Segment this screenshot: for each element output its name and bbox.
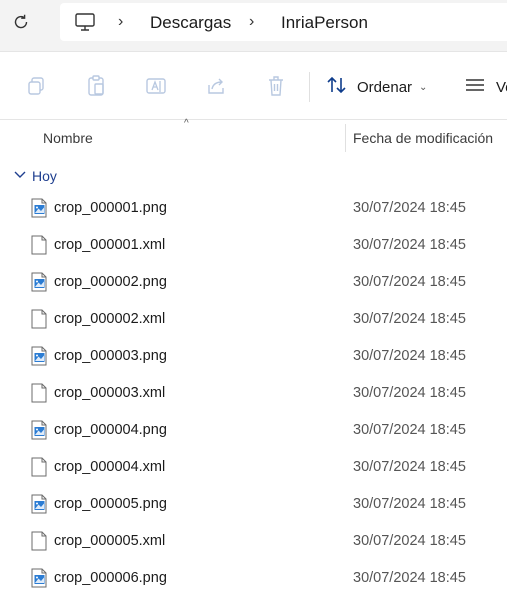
file-name[interactable]: crop_000003.xml xyxy=(54,385,165,401)
file-name[interactable]: crop_000001.xml xyxy=(54,237,165,253)
file-name[interactable]: crop_000005.png xyxy=(54,496,167,512)
list-item[interactable]: crop_000005.xml 30/07/2024 18:45 xyxy=(0,522,507,559)
chevron-right-icon[interactable]: › xyxy=(118,13,123,31)
file-name[interactable]: crop_000002.xml xyxy=(54,311,165,327)
sort-icon xyxy=(326,75,348,100)
breadcrumb[interactable]: › Descargas › InriaPerson xyxy=(60,3,507,41)
file-name[interactable]: crop_000004.xml xyxy=(54,459,165,475)
column-header-date[interactable]: Fecha de modificación xyxy=(353,130,493,146)
breadcrumb-item-descargas[interactable]: Descargas xyxy=(150,13,231,33)
paste-icon[interactable] xyxy=(84,74,108,98)
rename-icon[interactable] xyxy=(144,74,168,98)
chevron-down-icon: ⌄ xyxy=(419,81,428,93)
image-file-icon xyxy=(31,198,47,218)
list-item[interactable]: crop_000002.xml 30/07/2024 18:45 xyxy=(0,300,507,337)
sort-ascending-icon: ^ xyxy=(184,118,189,129)
list-item[interactable]: crop_000002.png 30/07/2024 18:45 xyxy=(0,263,507,300)
file-name[interactable]: crop_000004.png xyxy=(54,422,167,438)
file-name[interactable]: crop_000005.xml xyxy=(54,533,165,549)
file-date: 30/07/2024 18:45 xyxy=(353,422,466,438)
list-item[interactable]: crop_000001.xml 30/07/2024 18:45 xyxy=(0,226,507,263)
breadcrumb-item-inriaperson[interactable]: InriaPerson xyxy=(281,13,368,33)
image-file-icon xyxy=(31,494,47,514)
chevron-down-icon[interactable] xyxy=(14,167,26,185)
document-file-icon xyxy=(31,531,47,551)
file-name[interactable]: crop_000006.png xyxy=(54,570,167,586)
list-item[interactable]: crop_000006.png 30/07/2024 18:45 xyxy=(0,559,507,596)
list-item[interactable]: crop_000004.xml 30/07/2024 18:45 xyxy=(0,448,507,485)
file-date: 30/07/2024 18:45 xyxy=(353,459,466,475)
computer-icon[interactable] xyxy=(74,12,96,37)
file-date: 30/07/2024 18:45 xyxy=(353,385,466,401)
document-file-icon xyxy=(31,309,47,329)
view-button[interactable]: Ver xyxy=(464,74,507,100)
refresh-icon[interactable] xyxy=(8,9,34,35)
list-item[interactable]: crop_000003.png 30/07/2024 18:45 xyxy=(0,337,507,374)
file-date: 30/07/2024 18:45 xyxy=(353,496,466,512)
file-date: 30/07/2024 18:45 xyxy=(353,348,466,364)
column-header-name[interactable]: Nombre xyxy=(43,130,93,146)
toolbar-divider xyxy=(309,72,310,102)
delete-icon[interactable] xyxy=(264,74,288,98)
sort-button[interactable]: Ordenar ⌄ xyxy=(326,74,427,100)
list-item[interactable]: crop_000001.png 30/07/2024 18:45 xyxy=(0,189,507,226)
file-date: 30/07/2024 18:45 xyxy=(353,570,466,586)
copy-icon[interactable] xyxy=(24,74,48,98)
sort-label: Ordenar xyxy=(357,78,413,96)
address-bar: › Descargas › InriaPerson xyxy=(0,0,507,52)
document-file-icon xyxy=(31,383,47,403)
file-date: 30/07/2024 18:45 xyxy=(353,274,466,290)
list-item[interactable]: crop_000005.png 30/07/2024 18:45 xyxy=(0,485,507,522)
file-date: 30/07/2024 18:45 xyxy=(353,200,466,216)
file-name[interactable]: crop_000003.png xyxy=(54,348,167,364)
image-file-icon xyxy=(31,346,47,366)
file-name[interactable]: crop_000002.png xyxy=(54,274,167,290)
view-label: Ver xyxy=(496,78,507,96)
document-file-icon xyxy=(31,457,47,477)
document-file-icon xyxy=(31,235,47,255)
view-icon xyxy=(464,77,486,98)
file-date: 30/07/2024 18:45 xyxy=(353,533,466,549)
chevron-right-icon[interactable]: › xyxy=(249,13,254,31)
file-name[interactable]: crop_000001.png xyxy=(54,200,167,216)
column-header-row: ^ Nombre Fecha de modificación xyxy=(0,118,507,156)
share-icon[interactable] xyxy=(204,74,228,98)
list-item[interactable]: crop_000003.xml 30/07/2024 18:45 xyxy=(0,374,507,411)
list-item[interactable]: crop_000004.png 30/07/2024 18:45 xyxy=(0,411,507,448)
image-file-icon xyxy=(31,420,47,440)
image-file-icon xyxy=(31,272,47,292)
group-label: Hoy xyxy=(32,168,57,184)
file-date: 30/07/2024 18:45 xyxy=(353,237,466,253)
column-resize-handle[interactable] xyxy=(345,124,346,152)
file-date: 30/07/2024 18:45 xyxy=(353,311,466,327)
group-header-today[interactable]: Hoy xyxy=(14,166,57,186)
file-list: crop_000001.png 30/07/2024 18:45 crop_000… xyxy=(0,189,507,596)
image-file-icon xyxy=(31,568,47,588)
command-bar: Ordenar ⌄ Ver xyxy=(0,52,507,120)
